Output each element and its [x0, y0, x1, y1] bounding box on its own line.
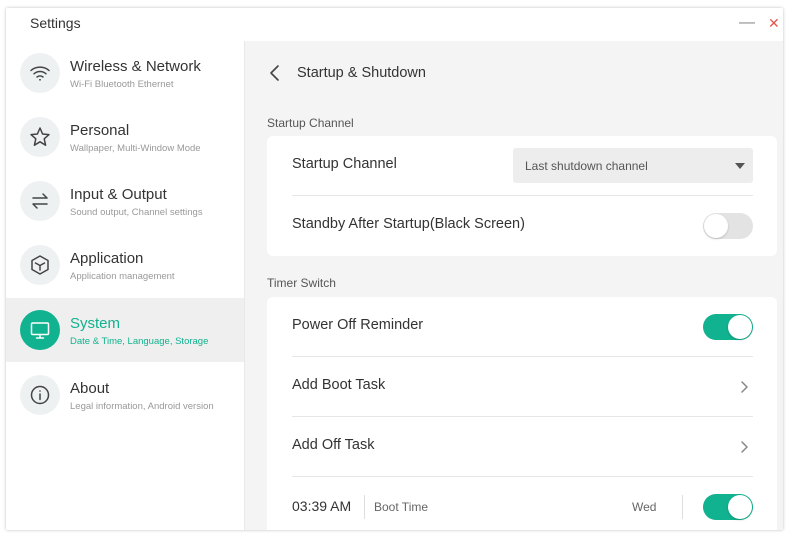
toggle-knob: [704, 214, 728, 238]
title-bar: Settings — ✕: [6, 8, 783, 41]
standby-after-startup-label: Standby After Startup(Black Screen): [292, 216, 525, 232]
power-off-reminder-label: Power Off Reminder: [292, 317, 424, 333]
monitor-icon: [20, 310, 60, 350]
star-icon: [20, 117, 60, 157]
divider: [364, 495, 365, 519]
sidebar-item-subtitle: Wallpaper, Multi-Window Mode: [70, 143, 201, 154]
startup-card: Startup Channel Last shutdown channel St…: [267, 136, 777, 256]
sidebar-item-title: Input & Output: [70, 186, 167, 203]
task-days: Wed: [632, 500, 657, 514]
swap-arrows-icon: [20, 181, 60, 221]
chevron-left-icon: [270, 65, 279, 81]
sidebar-item-title: Wireless & Network: [70, 58, 201, 75]
sidebar-item-subtitle: Date & Time, Language, Storage: [70, 336, 209, 347]
standby-after-startup-toggle[interactable]: [703, 213, 753, 239]
settings-window: Settings — ✕ Wireless & Network Wi-Fi Bl…: [6, 8, 783, 530]
startup-channel-label: Startup Channel: [292, 156, 397, 172]
timer-task-row[interactable]: 03:39 AM Boot Time Wed: [292, 477, 753, 530]
sidebar-item-personal[interactable]: Personal Wallpaper, Multi-Window Mode: [6, 105, 244, 169]
sidebar-item-title: About: [70, 380, 110, 397]
timer-switch-card: Power Off Reminder Add Boot Task Add Off…: [267, 297, 777, 530]
info-icon: [20, 375, 60, 415]
sidebar: Wireless & Network Wi-Fi Bluetooth Ether…: [6, 41, 245, 530]
page-title: Startup & Shutdown: [297, 65, 426, 81]
add-boot-task-row[interactable]: Add Boot Task: [292, 357, 753, 417]
sidebar-item-title: System: [70, 315, 121, 332]
app-title: Settings: [30, 15, 81, 31]
wifi-icon: [20, 53, 60, 93]
toggle-knob: [728, 315, 752, 339]
sidebar-item-about[interactable]: About Legal information, Android version: [6, 363, 244, 427]
sidebar-item-system[interactable]: System Date & Time, Language, Storage: [6, 298, 244, 362]
add-off-task-row[interactable]: Add Off Task: [292, 417, 753, 477]
startup-channel-dropdown[interactable]: Last shutdown channel: [513, 148, 753, 183]
add-off-task-label: Add Off Task: [292, 437, 375, 453]
sidebar-item-wireless-network[interactable]: Wireless & Network Wi-Fi Bluetooth Ether…: [6, 41, 244, 105]
divider: [682, 495, 683, 519]
sidebar-item-subtitle: Sound output, Channel settings: [70, 207, 203, 218]
sidebar-item-input-output[interactable]: Input & Output Sound output, Channel set…: [6, 169, 244, 233]
cube-icon: [20, 245, 60, 285]
caret-down-icon: [735, 163, 745, 169]
content-panel: Startup & Shutdown Startup Channel Start…: [245, 41, 783, 530]
sidebar-item-subtitle: Application management: [70, 271, 175, 282]
chevron-right-icon: [739, 440, 749, 454]
task-type: Boot Time: [374, 500, 429, 514]
sidebar-item-application[interactable]: Application Application management: [6, 233, 244, 297]
sidebar-item-subtitle: Wi-Fi Bluetooth Ethernet: [70, 79, 174, 90]
back-button[interactable]: [267, 61, 283, 85]
timer-task-toggle[interactable]: [703, 494, 753, 520]
add-boot-task-label: Add Boot Task: [292, 377, 386, 393]
sidebar-item-title: Application: [70, 250, 144, 267]
startup-channel-value: Last shutdown channel: [525, 159, 648, 173]
power-off-reminder-toggle[interactable]: [703, 314, 753, 340]
power-off-reminder-row: Power Off Reminder: [292, 297, 753, 357]
chevron-right-icon: [739, 380, 749, 394]
toggle-knob: [728, 495, 752, 519]
sidebar-item-subtitle: Legal information, Android version: [70, 401, 214, 412]
section-label-startup-channel: Startup Channel: [267, 116, 354, 130]
close-button[interactable]: ✕: [768, 13, 780, 33]
minimize-button[interactable]: —: [739, 13, 755, 33]
task-time: 03:39 AM: [292, 498, 352, 514]
section-label-timer-switch: Timer Switch: [267, 276, 336, 290]
startup-channel-row: Startup Channel Last shutdown channel: [292, 136, 753, 196]
standby-after-startup-row: Standby After Startup(Black Screen): [292, 196, 753, 256]
sidebar-item-title: Personal: [70, 122, 130, 139]
